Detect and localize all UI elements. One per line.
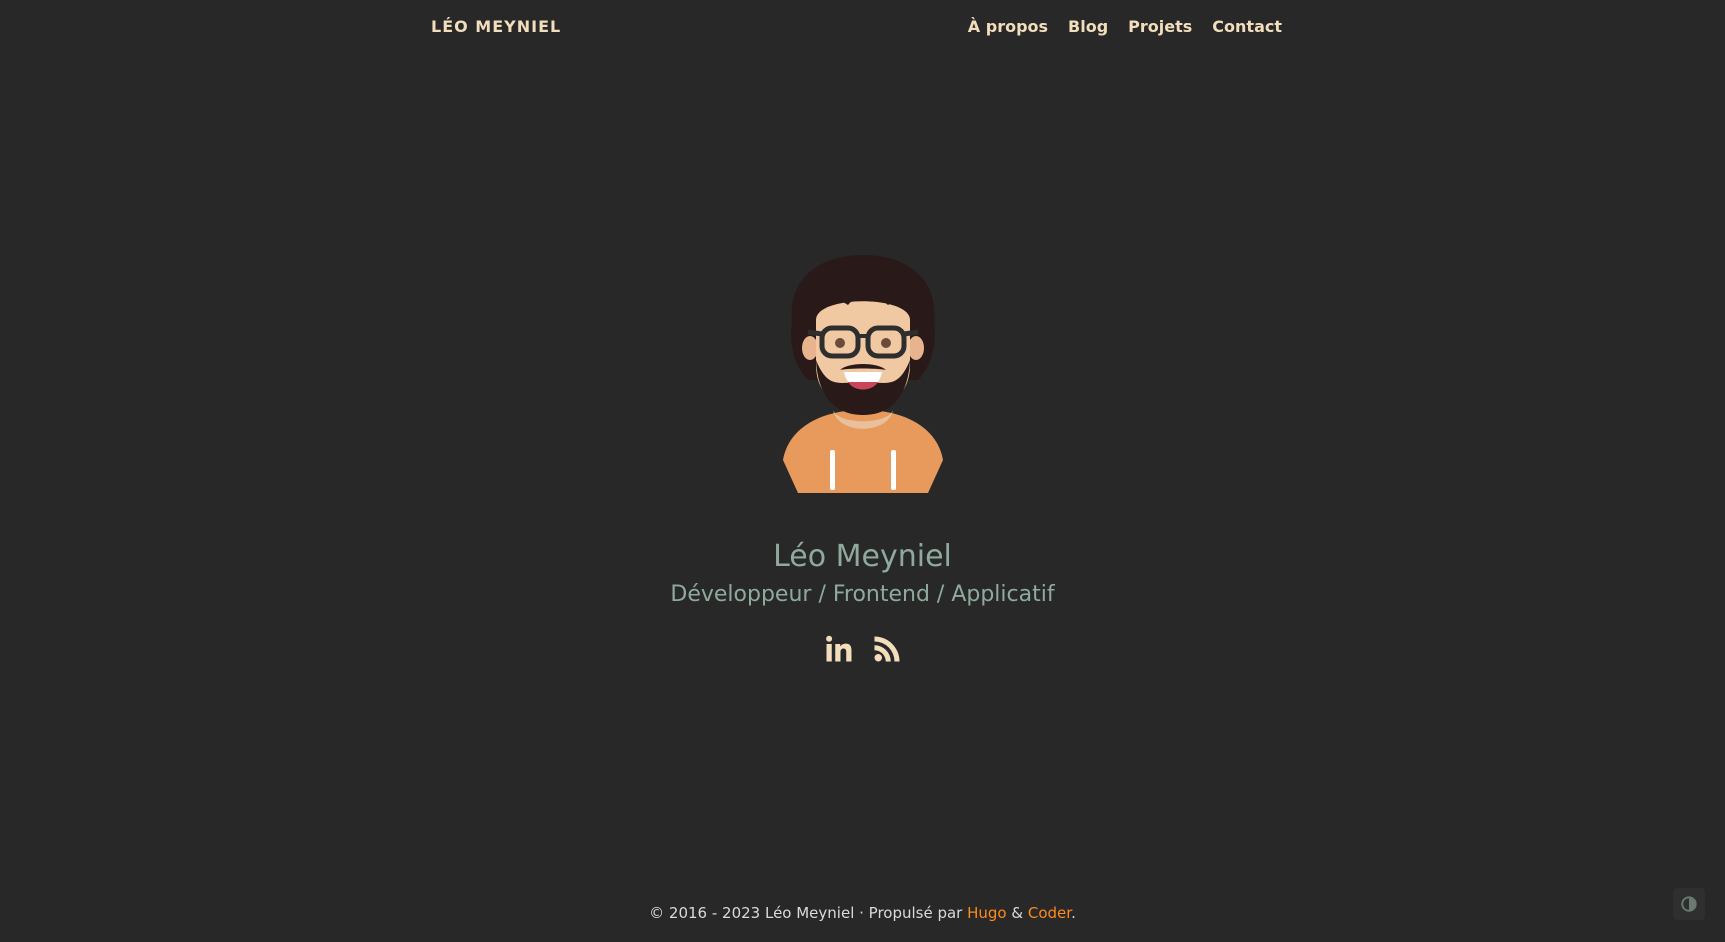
avatar-illustration <box>782 255 943 493</box>
nav-link-contact[interactable]: Contact <box>1212 17 1282 36</box>
brand-link[interactable]: LÉO MEYNIEL <box>431 17 561 36</box>
footer: © 2016 - 2023 Léo Meyniel · Propulsé par… <box>0 904 1725 922</box>
hugo-link[interactable]: Hugo <box>967 904 1007 922</box>
nav-link-projects[interactable]: Projets <box>1128 17 1192 36</box>
linkedin-link[interactable] <box>823 632 855 666</box>
profile-name: Léo Meyniel <box>773 539 952 574</box>
footer-ampersand: & <box>1006 904 1028 922</box>
theme-toggle-button[interactable] <box>1673 888 1705 920</box>
social-links <box>0 632 1725 666</box>
profile-tagline: Développeur / Frontend / Applicatif <box>670 582 1055 607</box>
footer-period: . <box>1071 904 1076 922</box>
rss-icon <box>874 636 899 662</box>
navbar: LÉO MEYNIEL À propos Blog Projets Contac… <box>431 0 1282 52</box>
footer-copyright: © 2016 - 2023 Léo Meyniel · Propulsé par <box>649 904 968 922</box>
rss-link[interactable] <box>871 632 903 666</box>
nav-link-about[interactable]: À propos <box>968 17 1048 36</box>
coder-link[interactable]: Coder <box>1028 904 1071 922</box>
linkedin-icon <box>825 635 851 662</box>
nav-links: À propos Blog Projets Contact <box>968 17 1282 36</box>
page: LÉO MEYNIEL À propos Blog Projets Contac… <box>0 0 1725 942</box>
nav-link-blog[interactable]: Blog <box>1068 17 1108 36</box>
contrast-icon <box>1681 896 1697 912</box>
main-content: Léo Meyniel Développeur / Frontend / App… <box>0 250 1725 666</box>
